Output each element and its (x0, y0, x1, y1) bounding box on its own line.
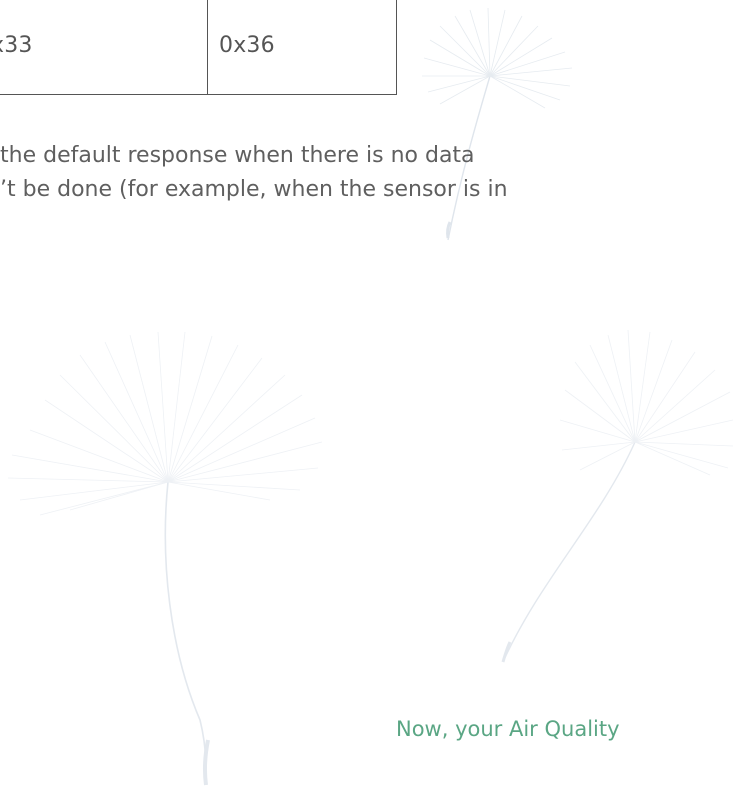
table-cell: 0x36 (219, 33, 275, 58)
paragraph-line: the default response when there is no da… (0, 143, 475, 168)
dandelion-icon (7, 331, 323, 786)
body-paragraph: the default response when there is no da… (0, 139, 733, 207)
document-page: x33 0x36 the default response when there… (0, 0, 733, 787)
register-table-fragment: x33 0x36 (0, 0, 397, 95)
footer-tagline: Now, your Air Quality (396, 717, 620, 741)
dandelion-background (7, 7, 733, 786)
paragraph-line: ’t be done (for example, when the sensor… (0, 177, 508, 202)
dandelion-icon (501, 329, 733, 663)
table-cell: x33 (0, 0, 208, 94)
